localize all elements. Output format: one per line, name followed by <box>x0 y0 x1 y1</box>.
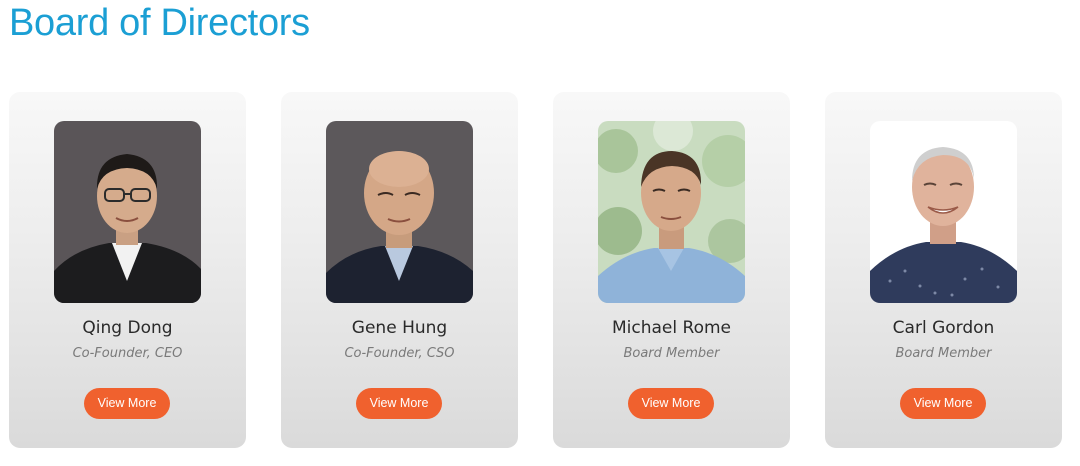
member-card-gene-hung: Gene Hung Co-Founder, CSO View More <box>281 92 518 448</box>
member-role: Board Member <box>895 346 992 361</box>
member-name: Gene Hung <box>351 318 448 338</box>
member-role: Board Member <box>623 346 720 361</box>
member-name: Carl Gordon <box>892 318 995 338</box>
member-role: Co-Founder, CSO <box>344 346 455 361</box>
member-photo <box>870 121 1017 303</box>
section-title: Board of Directors <box>9 2 310 44</box>
member-card-carl-gordon: Carl Gordon Board Member View More <box>825 92 1062 448</box>
member-name: Qing Dong <box>82 318 173 338</box>
view-more-button[interactable]: View More <box>84 388 170 419</box>
view-more-button[interactable]: View More <box>628 388 714 419</box>
member-photo <box>54 121 201 303</box>
view-more-button[interactable]: View More <box>900 388 986 419</box>
member-photo <box>326 121 473 303</box>
member-card-michael-rome: Michael Rome Board Member View More <box>553 92 790 448</box>
member-photo <box>598 121 745 303</box>
member-role: Co-Founder, CEO <box>72 346 183 361</box>
member-card-qing-dong: Qing Dong Co-Founder, CEO View More <box>9 92 246 448</box>
view-more-button[interactable]: View More <box>356 388 442 419</box>
member-name: Michael Rome <box>612 318 731 338</box>
